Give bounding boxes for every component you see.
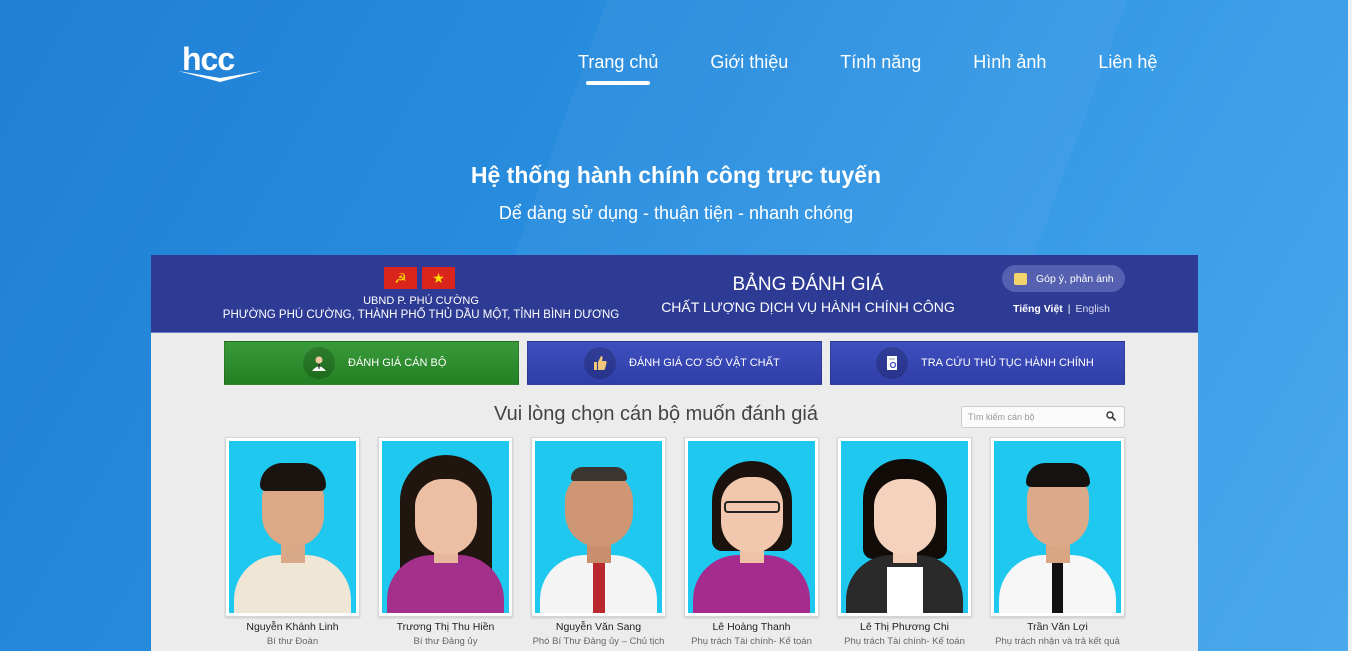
staff-role: Phụ trách Tài chính- Kế toán: [844, 636, 965, 647]
org-name: UBND P. PHÚ CƯỜNG: [363, 295, 479, 307]
board-subtitle: CHẤT LƯỢNG DỊCH VỤ HÀNH CHÍNH CÔNG: [661, 299, 955, 315]
staff-name: Lê Hoàng Thanh: [712, 621, 791, 633]
staff-card[interactable]: Lê Thị Phương Chi Phụ trách Tài chính- K…: [837, 437, 972, 647]
tab-label: TRA CỨU THỦ TỤC HÀNH CHÍNH: [921, 357, 1094, 369]
staff-card[interactable]: Nguyễn Văn Sang Phó Bí Thư Đảng ủy – Chủ…: [531, 437, 666, 647]
staff-role: Phụ trách Tài chính- Kế toán: [691, 636, 812, 647]
lang-english[interactable]: English: [1076, 303, 1110, 315]
main-nav: Trang chủ Giới thiệu Tính năng Hình ảnh …: [578, 52, 1157, 85]
thumbs-up-icon: [584, 347, 616, 379]
nav-gallery[interactable]: Hình ảnh: [973, 52, 1046, 73]
tab-evaluate-staff[interactable]: ĐÁNH GIÁ CÁN BỘ: [224, 341, 519, 385]
staff-card[interactable]: Trương Thị Thu Hiền Bí thư Đảng ủy: [378, 437, 513, 647]
staff-role: Phụ trách nhận và trả kết quả: [995, 636, 1120, 647]
org-address: PHƯỜNG PHÚ CƯỜNG, THÀNH PHỐ THỦ DẦU MỘT,…: [222, 309, 620, 321]
tab-procedure-lookup[interactable]: TRA CỨU THỦ TỤC HÀNH CHÍNH: [830, 341, 1125, 385]
document-search-icon: [876, 347, 908, 379]
hero-title: Hệ thống hành chính công trực tuyến: [470, 162, 882, 188]
tab-label: ĐÁNH GIÁ CÁN BỘ: [348, 357, 447, 369]
nav-features[interactable]: Tính năng: [840, 52, 921, 73]
panel-header: ☭ ★ UBND P. PHÚ CƯỜNG PHƯỜNG PHÚ CƯỜNG, …: [151, 255, 1198, 333]
staff-photo[interactable]: [837, 437, 972, 617]
feedback-label: Góp ý, phản ánh: [1036, 272, 1114, 285]
panel-tabs: ĐÁNH GIÁ CÁN BỘ ĐÁNH GIÁ CƠ SỞ VẬT CHẤT …: [224, 341, 1125, 385]
staff-role: Phó Bí Thư Đảng ủy – Chủ tịch: [532, 636, 665, 647]
hcc-logo[interactable]: hcc: [176, 40, 264, 86]
evaluation-panel: ☭ ★ UBND P. PHÚ CƯỜNG PHƯỜNG PHÚ CƯỜNG, …: [151, 255, 1198, 651]
staff-role: Bí thư Đoàn: [266, 636, 319, 647]
staff-name: Trương Thị Thu Hiền: [396, 621, 495, 633]
search-icon[interactable]: [1106, 411, 1116, 421]
hero-subtitle: Dể dàng sử dụng - thuận tiện - nhanh chó…: [498, 203, 854, 223]
staff-search-input[interactable]: Tìm kiếm cán bộ: [961, 406, 1125, 428]
staff-photo[interactable]: [990, 437, 1125, 617]
board-title: BẢNG ĐÁNH GIÁ: [732, 274, 884, 295]
staff-photo[interactable]: [225, 437, 360, 617]
flags: ☭ ★: [384, 267, 455, 289]
svg-text:hcc: hcc: [182, 41, 234, 77]
staff-card[interactable]: Lê Hoàng Thanh Phụ trách Tài chính- Kế t…: [684, 437, 819, 647]
pick-staff-title: Vui lòng chọn cán bộ muốn đánh giá: [494, 403, 818, 425]
vietnam-flag-icon: ★: [422, 267, 455, 289]
staff-name: Lê Thị Phương Chi: [859, 621, 950, 633]
lang-vietnamese[interactable]: Tiếng Việt: [1013, 303, 1063, 315]
scrollbar[interactable]: [1348, 0, 1352, 651]
tab-evaluate-facilities[interactable]: ĐÁNH GIÁ CƠ SỞ VẬT CHẤT: [527, 341, 822, 385]
staff-photo[interactable]: [378, 437, 513, 617]
nav-contact[interactable]: Liên hệ: [1098, 52, 1157, 73]
staff-name: Trần Văn Lợi: [1027, 621, 1088, 633]
search-placeholder: Tìm kiếm cán bộ: [968, 412, 1035, 422]
language-switch: Tiếng Việt | English: [1013, 303, 1110, 315]
feedback-button[interactable]: Góp ý, phản ánh: [1002, 265, 1125, 292]
tab-label: ĐÁNH GIÁ CƠ SỞ VẬT CHẤT: [629, 357, 780, 369]
staff-list: Nguyễn Khánh Linh Bí thư Đoàn Trương Thị…: [225, 437, 1125, 647]
lang-separator: |: [1067, 303, 1071, 315]
staff-card[interactable]: Nguyễn Khánh Linh Bí thư Đoàn: [225, 437, 360, 647]
staff-photo[interactable]: [531, 437, 666, 617]
nav-home[interactable]: Trang chủ: [578, 52, 658, 85]
staff-role: Bí thư Đảng ủy: [413, 636, 478, 647]
nav-about[interactable]: Giới thiệu: [710, 52, 788, 73]
staff-card[interactable]: Trần Văn Lợi Phụ trách nhận và trả kết q…: [990, 437, 1125, 647]
staff-name: Nguyễn Khánh Linh: [246, 621, 339, 633]
staff-photo[interactable]: [684, 437, 819, 617]
staff-name: Nguyễn Văn Sang: [555, 621, 642, 633]
party-flag-icon: ☭: [384, 267, 417, 289]
staff-icon: [303, 347, 335, 379]
feedback-icon: [1014, 272, 1027, 285]
